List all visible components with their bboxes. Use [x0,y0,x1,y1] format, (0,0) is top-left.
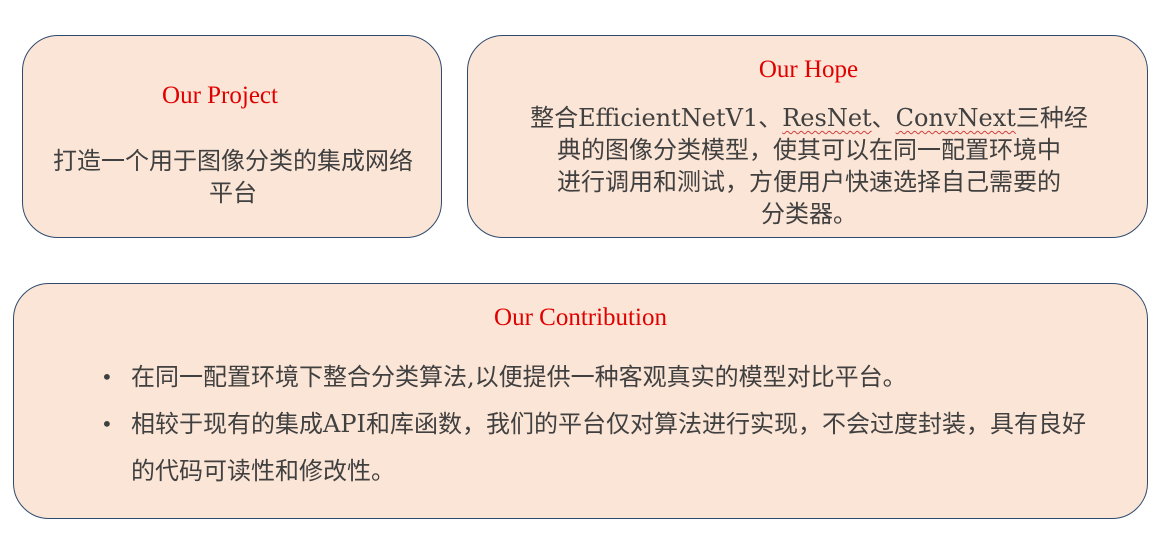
hope-model-resnet: ResNet [782,104,872,132]
hope-text-line: 分类器。 [761,200,857,228]
list-item: • 相较于现有的集成API和库函数，我们的平台仅对算法进行实现，不会过度封装，具… [101,401,1091,495]
hope-text-line: 进行调用和测试，方便用户快速选择自己需要的 [557,168,1061,196]
hope-text-part: 整合EfficientNetV1、 [530,104,783,132]
bullet-icon: • [101,365,113,389]
project-title: Our Project [162,82,278,109]
project-description: 打造一个用于图像分类的集成网络平台 [53,147,413,207]
hope-title: Our Hope [758,56,859,83]
list-item-text: 在同一配置环境下整合分类算法,以便提供一种客观真实的模型对比平台。 [131,363,907,391]
project-card: Our Project 打造一个用于图像分类的集成网络平台 [22,35,442,238]
slide: { "project": { "title": "Our Project", "… [0,0,1170,550]
hope-text-part: 、 [871,104,896,132]
contribution-list: • 在同一配置环境下整合分类算法,以便提供一种客观真实的模型对比平台。 • 相较… [101,354,1091,495]
hope-card: Our Hope 整合EfficientNetV1、ResNet、ConvNex… [467,35,1148,238]
hope-text-line: 典的图像分类模型，使其可以在同一配置环境中 [557,136,1061,164]
hope-model-convnext: ConvNext [895,104,1016,132]
bullet-icon: • [101,412,113,436]
list-item: • 在同一配置环境下整合分类算法,以便提供一种客观真实的模型对比平台。 [101,354,1091,401]
hope-description: 整合EfficientNetV1、ResNet、ConvNext三种经 典的图像… [520,102,1098,230]
contribution-card: Our Contribution • 在同一配置环境下整合分类算法,以便提供一种… [13,283,1148,519]
hope-text-part: 三种经 [1015,104,1088,132]
contribution-title: Our Contribution [494,304,667,331]
list-item-text: 相较于现有的集成API和库函数，我们的平台仅对算法进行实现，不会过度封装，具有良… [131,410,1086,485]
